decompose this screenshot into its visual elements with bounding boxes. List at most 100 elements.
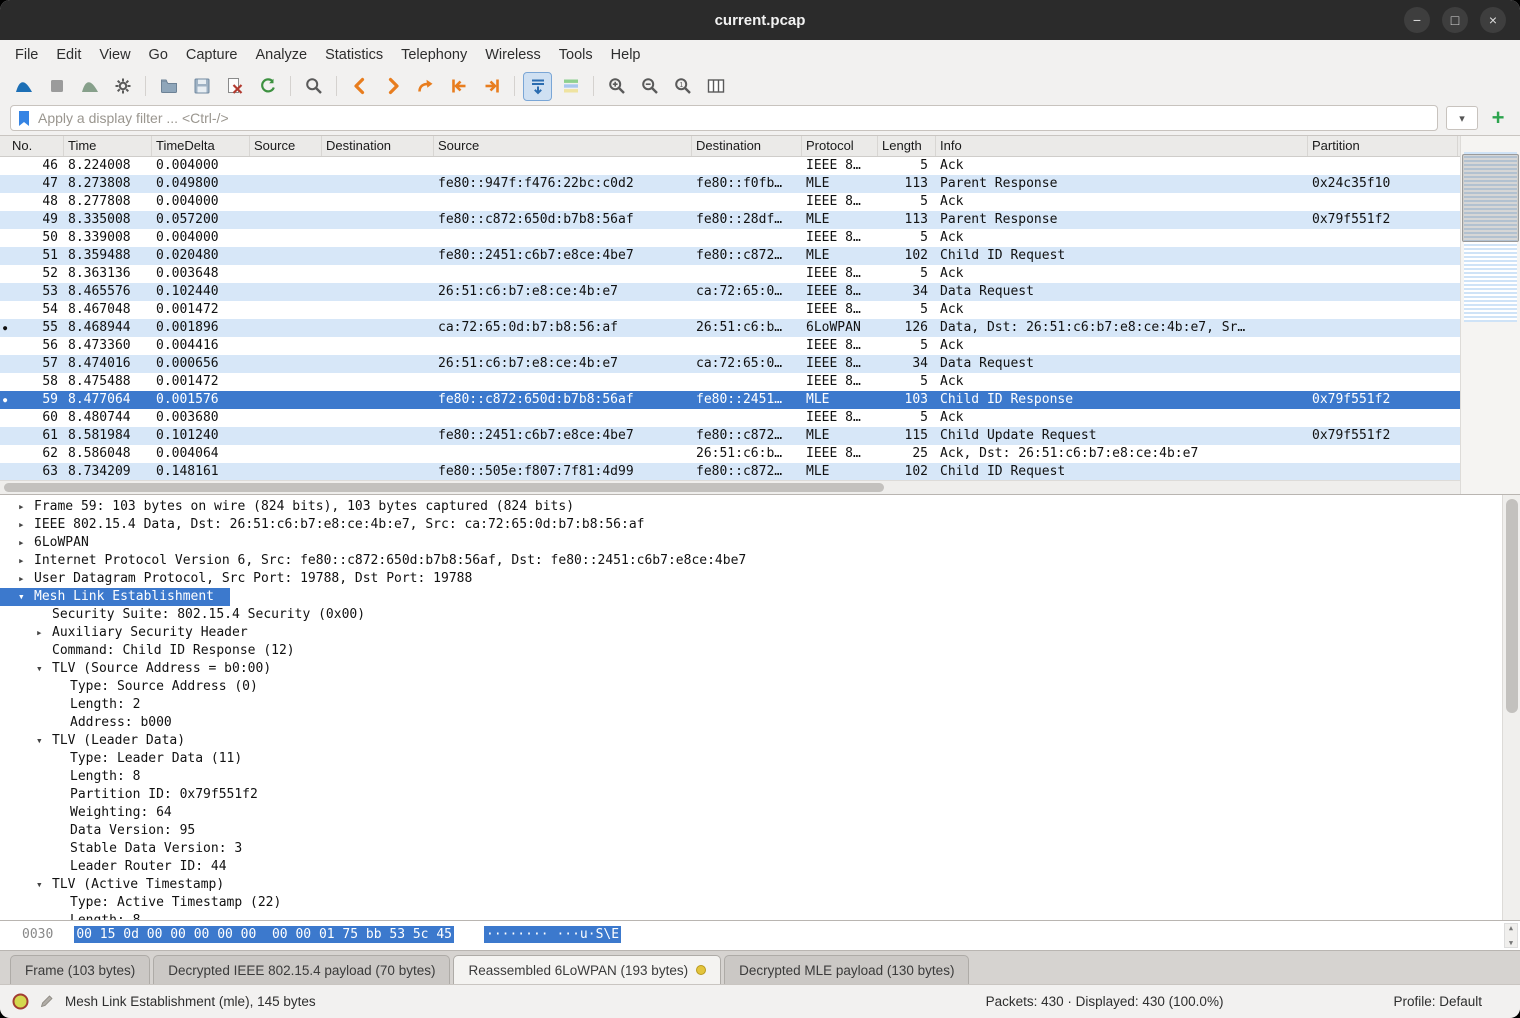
collapse-arrow-icon[interactable]: ▸ <box>36 624 52 642</box>
go-to-packet-icon[interactable] <box>412 73 439 100</box>
column-header-part[interactable]: Partition <box>1308 136 1458 156</box>
expert-info-icon[interactable] <box>12 993 29 1010</box>
detail-line[interactable]: Command: Child ID Response (12) <box>0 642 1502 660</box>
zoom-original-icon[interactable]: 1 <box>669 73 696 100</box>
packet-row[interactable]: 518.3594880.020480fe80::2451:c6b7:e8ce:4… <box>0 247 1460 265</box>
filter-bookmark-icon[interactable] <box>17 110 32 127</box>
column-header-no[interactable]: No. <box>0 136 64 156</box>
detail-line[interactable]: ▸Frame 59: 103 bytes on wire (824 bits),… <box>0 498 1502 516</box>
detail-line[interactable]: Leader Router ID: 44 <box>0 858 1502 876</box>
menu-item-tools[interactable]: Tools <box>550 43 602 67</box>
hex-ascii-selected[interactable]: ········ ···u·S\E <box>484 926 621 943</box>
detail-line[interactable]: Security Suite: 802.15.4 Security (0x00) <box>0 606 1502 624</box>
packet-row[interactable]: 508.3390080.004000IEEE 8…5Ack <box>0 229 1460 247</box>
detail-line[interactable]: Length: 8 <box>0 768 1502 786</box>
detail-line[interactable]: Length: 2 <box>0 696 1502 714</box>
start-capture-icon[interactable] <box>10 73 37 100</box>
go-back-icon[interactable] <box>346 73 373 100</box>
detail-line[interactable]: ▾TLV (Leader Data) <box>0 732 1502 750</box>
zoom-in-icon[interactable] <box>603 73 630 100</box>
titlebar[interactable]: current.pcap −□× <box>0 0 1520 40</box>
detail-line[interactable]: Data Version: 95 <box>0 822 1502 840</box>
detail-line[interactable]: ▾TLV (Active Timestamp) <box>0 876 1502 894</box>
menu-item-capture[interactable]: Capture <box>177 43 247 67</box>
byte-view-tab[interactable]: Frame (103 bytes) <box>10 955 150 984</box>
close-button[interactable]: × <box>1480 7 1506 33</box>
expand-arrow-icon[interactable]: ▾ <box>36 876 52 894</box>
packet-row[interactable]: 548.4670480.001472IEEE 8…5Ack <box>0 301 1460 319</box>
detail-line[interactable]: Length: 8 <box>0 912 1502 920</box>
go-first-packet-icon[interactable] <box>445 73 472 100</box>
display-filter-input[interactable] <box>38 110 1431 126</box>
menu-item-view[interactable]: View <box>90 43 139 67</box>
packet-row[interactable]: 498.3350080.057200fe80::c872:650d:b7b8:5… <box>0 211 1460 229</box>
column-header-time[interactable]: Time <box>64 136 152 156</box>
collapse-arrow-icon[interactable]: ▸ <box>18 516 34 534</box>
open-file-icon[interactable] <box>155 73 182 100</box>
detail-line[interactable]: Weighting: 64 <box>0 804 1502 822</box>
detail-line[interactable]: ▸User Datagram Protocol, Src Port: 19788… <box>0 570 1502 588</box>
packet-list-hscrollbar[interactable] <box>0 480 1460 494</box>
menu-item-telephony[interactable]: Telephony <box>392 43 476 67</box>
save-file-icon[interactable] <box>188 73 215 100</box>
menu-item-go[interactable]: Go <box>140 43 177 67</box>
menu-item-edit[interactable]: Edit <box>47 43 90 67</box>
stop-capture-icon[interactable] <box>43 73 70 100</box>
collapse-arrow-icon[interactable]: ▸ <box>18 570 34 588</box>
detail-line[interactable]: ▸Internet Protocol Version 6, Src: fe80:… <box>0 552 1502 570</box>
capture-options-icon[interactable] <box>109 73 136 100</box>
detail-line[interactable]: Type: Leader Data (11) <box>0 750 1502 768</box>
column-header-len[interactable]: Length <box>878 136 936 156</box>
packet-row[interactable]: 528.3631360.003648IEEE 8…5Ack <box>0 265 1460 283</box>
detail-line[interactable]: ▾Mesh Link Establishment <box>0 588 230 606</box>
display-filter-box[interactable] <box>10 105 1438 131</box>
packet-row[interactable]: 638.7342090.148161fe80::505e:f807:7f81:4… <box>0 463 1460 480</box>
detail-vscrollbar[interactable] <box>1502 495 1520 920</box>
byte-view-scrollbar[interactable]: ▲▼ <box>1504 923 1518 948</box>
packet-row[interactable]: ●558.4689440.001896ca:72:65:0d:b7:b8:56:… <box>0 319 1460 337</box>
maximize-button[interactable]: □ <box>1442 7 1468 33</box>
detail-line[interactable]: Type: Active Timestamp (22) <box>0 894 1502 912</box>
collapse-arrow-icon[interactable]: ▸ <box>18 552 34 570</box>
packet-list-vscrollbar[interactable] <box>1460 136 1520 494</box>
collapse-arrow-icon[interactable]: ▸ <box>18 534 34 552</box>
column-header-delta[interactable]: TimeDelta <box>152 136 250 156</box>
column-header-info[interactable]: Info <box>936 136 1308 156</box>
detail-line[interactable]: Address: b000 <box>0 714 1502 732</box>
menu-item-statistics[interactable]: Statistics <box>316 43 392 67</box>
detail-line[interactable]: ▸6LoWPAN <box>0 534 1502 552</box>
packet-row[interactable]: 578.4740160.00065626:51:c6:b7:e8:ce:4b:e… <box>0 355 1460 373</box>
filter-add-button[interactable]: + <box>1486 107 1510 129</box>
menu-item-file[interactable]: File <box>6 43 47 67</box>
column-header-src1[interactable]: Source <box>250 136 322 156</box>
column-header-dst[interactable]: Destination <box>692 136 802 156</box>
status-profile[interactable]: Profile: Default <box>1393 994 1482 1009</box>
packet-row[interactable]: 488.2778080.004000IEEE 8…5Ack <box>0 193 1460 211</box>
scroll-up-icon[interactable]: ▲ <box>1509 924 1513 932</box>
packet-row[interactable]: 538.4655760.10244026:51:c6:b7:e8:ce:4b:e… <box>0 283 1460 301</box>
packet-row[interactable]: 618.5819840.101240fe80::2451:c6b7:e8ce:4… <box>0 427 1460 445</box>
hex-bytes-selected[interactable]: 00 15 0d 00 00 00 00 00 00 00 01 75 bb 5… <box>74 926 454 943</box>
go-last-packet-icon[interactable] <box>478 73 505 100</box>
expand-arrow-icon[interactable]: ▾ <box>18 588 34 606</box>
packet-row[interactable]: 468.2240080.004000IEEE 8…5Ack <box>0 157 1460 175</box>
detail-line[interactable]: Type: Source Address (0) <box>0 678 1502 696</box>
colorize-packets-icon[interactable] <box>557 73 584 100</box>
detail-line[interactable]: ▸Auxiliary Security Header <box>0 624 1502 642</box>
hex-line[interactable]: 003000 15 0d 00 00 00 00 00 00 00 01 75 … <box>0 921 1520 942</box>
byte-view-tab[interactable]: Decrypted IEEE 802.15.4 payload (70 byte… <box>153 955 450 984</box>
reload-file-icon[interactable] <box>254 73 281 100</box>
menu-item-help[interactable]: Help <box>602 43 650 67</box>
column-header-proto[interactable]: Protocol <box>802 136 878 156</box>
column-header-dst1[interactable]: Destination <box>322 136 434 156</box>
go-forward-icon[interactable] <box>379 73 406 100</box>
byte-view-tab[interactable]: Reassembled 6LoWPAN (193 bytes) <box>453 955 721 984</box>
restart-capture-icon[interactable] <box>76 73 103 100</box>
auto-scroll-icon[interactable] <box>524 73 551 100</box>
scroll-down-icon[interactable]: ▼ <box>1509 939 1513 947</box>
packet-row[interactable]: 588.4754880.001472IEEE 8…5Ack <box>0 373 1460 391</box>
expand-arrow-icon[interactable]: ▾ <box>36 660 52 678</box>
resize-columns-icon[interactable] <box>702 73 729 100</box>
expand-arrow-icon[interactable]: ▾ <box>36 732 52 750</box>
collapse-arrow-icon[interactable]: ▸ <box>18 498 34 516</box>
